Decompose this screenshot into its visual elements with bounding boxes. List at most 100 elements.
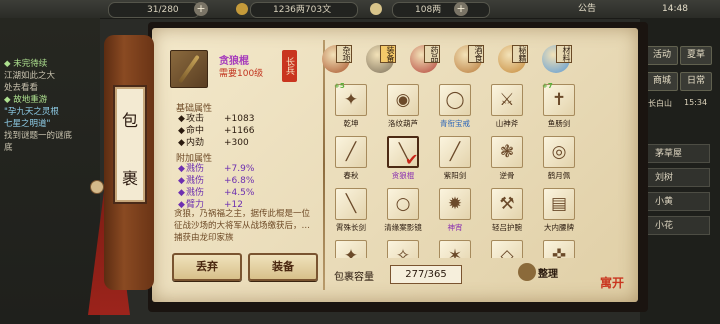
- energy-display: 31/280: [108, 2, 200, 18]
- capacity-value: 277/365: [390, 265, 462, 284]
- ingot-value: 108两: [415, 5, 442, 15]
- item-name-label: 贪狼棍: [391, 171, 415, 180]
- enhance-level: +7: [542, 82, 553, 90]
- category-tab[interactable]: 酒食: [454, 45, 486, 73]
- capacity-label: 包裹容量: [334, 272, 374, 283]
- category-tab[interactable]: 杂项: [322, 45, 354, 73]
- item-icon: ╱: [345, 142, 357, 162]
- item-icon: ❃: [499, 142, 515, 162]
- check-icon: ✔: [405, 150, 419, 169]
- quest-line[interactable]: 处去看看: [4, 82, 38, 94]
- item-icon: ◎: [551, 142, 567, 162]
- item-icon: ✹: [447, 194, 463, 214]
- npc-list-item[interactable]: 小黄: [646, 192, 710, 211]
- inventory-slot[interactable]: ✧: [387, 240, 419, 258]
- inventory-slot[interactable]: ✹: [439, 188, 471, 220]
- base-stat: ◆攻击 +1083: [178, 114, 255, 124]
- stat-value: +6.8%: [224, 176, 255, 186]
- inventory-slot[interactable]: ◯: [439, 84, 471, 116]
- stat-key: 命中: [186, 126, 205, 136]
- inventory-slot[interactable]: ╲ ✔: [387, 136, 419, 169]
- discard-button[interactable]: 丢弃: [172, 253, 242, 281]
- inventory-slot[interactable]: ⚔: [491, 84, 523, 116]
- item-name-label: 山神斧: [495, 119, 519, 128]
- inventory-slot[interactable]: ○: [387, 188, 419, 220]
- inventory-slot[interactable]: ▤: [543, 188, 575, 220]
- item-icon: ⚒: [499, 194, 515, 214]
- add-energy-button[interactable]: +: [194, 2, 208, 16]
- item-icon: ╱: [449, 142, 461, 162]
- money-display: 1236两703文: [250, 2, 358, 18]
- inventory-slot[interactable]: ⚒: [491, 188, 523, 220]
- stat-value: +4.5%: [224, 188, 255, 198]
- item-name-label: 大内腰牌: [544, 223, 574, 232]
- add-ingot-button[interactable]: +: [454, 2, 468, 16]
- quest-line[interactable]: ◆ 故地重游: [4, 94, 47, 106]
- item-type-seal: 长兵: [282, 50, 297, 82]
- sort-button[interactable]: 整理: [518, 262, 578, 284]
- location-time: 15:34: [684, 98, 708, 107]
- extra-stat: ◆溅伤 +7.9%: [178, 164, 255, 174]
- inventory-slot[interactable]: ╱: [335, 136, 367, 168]
- location-label: 长白山: [648, 99, 672, 108]
- category-tab[interactable]: 秘籍: [498, 45, 530, 73]
- item-name-label: 乾坤: [343, 119, 359, 128]
- game-logo: 寓开: [600, 276, 625, 290]
- item-requirement: 需要100级: [219, 69, 264, 79]
- inventory-slot[interactable]: ✦ +5: [334, 82, 367, 116]
- quest-line[interactable]: ◆ 未完待续: [4, 58, 47, 70]
- item-icon: ✦: [343, 246, 359, 258]
- stat-value: +1083: [224, 114, 255, 124]
- item-name-label: 鹤月佩: [547, 171, 571, 180]
- panel-divider: [323, 40, 325, 290]
- category-label: 材料: [556, 45, 572, 63]
- top-status-bar: 31/280 + 1236两703文 108两 + 公告 14:48: [0, 0, 720, 19]
- stat-value: +7.9%: [224, 164, 255, 174]
- inventory-slot[interactable]: ◉: [387, 84, 419, 116]
- summer-button[interactable]: 夏草: [680, 46, 712, 65]
- inventory-slot[interactable]: ✝ +7: [542, 82, 575, 116]
- item-icon: ✶: [447, 246, 463, 258]
- tab-char-2: 裹: [121, 169, 138, 188]
- category-tab[interactable]: 材料: [542, 45, 574, 73]
- inventory-slot[interactable]: ❃: [491, 136, 523, 168]
- item-name-label: 轻吕护腕: [492, 223, 522, 232]
- shop-button[interactable]: 商城: [646, 72, 678, 91]
- enhance-level: +5: [334, 82, 345, 90]
- quest-line[interactable]: 找到谜题一的谜底: [4, 130, 72, 142]
- category-tab[interactable]: 装备: [366, 45, 398, 73]
- item-icon: ╲: [345, 194, 357, 214]
- inventory-slot[interactable]: ✜: [543, 240, 575, 258]
- inventory-slot[interactable]: ╱: [439, 136, 471, 168]
- item-name-label: 鱼肠剑: [547, 119, 571, 128]
- daily-button[interactable]: 日常: [680, 72, 712, 91]
- npc-list-item[interactable]: 茅草屋: [646, 144, 710, 163]
- npc-list-item[interactable]: 刘树: [646, 168, 710, 187]
- inventory-slot[interactable]: ◎: [543, 136, 575, 168]
- category-label: 杂项: [336, 45, 352, 63]
- activity-button[interactable]: 活动: [646, 46, 678, 65]
- inventory-slot[interactable]: ✶: [439, 240, 471, 258]
- item-name-label: 青衔宝戒: [440, 119, 470, 128]
- stat-key: 溅伤: [186, 188, 205, 198]
- stat-key: 攻击: [186, 114, 205, 124]
- item-name: 贪狼棍: [219, 56, 249, 67]
- item-name-label: 洛纹葫芦: [388, 119, 418, 128]
- quest-line[interactable]: 底: [4, 142, 13, 154]
- inventory-slot[interactable]: ╲: [335, 188, 367, 220]
- quest-line[interactable]: 江湖如此之大: [4, 70, 55, 82]
- extra-stat: ◆溅伤 +4.5%: [178, 188, 255, 198]
- stat-key: 溅伤: [186, 176, 205, 186]
- equip-button[interactable]: 装备: [248, 253, 318, 281]
- money-value: 1236两703文: [273, 5, 332, 15]
- category-label: 酒食: [468, 45, 484, 63]
- quest-line[interactable]: 七星之明道": [4, 118, 50, 130]
- announce-link[interactable]: 公告: [578, 2, 596, 16]
- inventory-slot[interactable]: ◇: [491, 240, 523, 258]
- inventory-tab[interactable]: 包 裹: [113, 85, 147, 204]
- npc-list-item[interactable]: 小花: [646, 216, 710, 235]
- inventory-grid: ✦ +5 乾坤 ◉ 洛纹葫芦 ◯ 青衔宝戒 ⚔ 山神斧 ✝ +7 鱼肠剑 ╱ 春秋 ╲ ✔ 贪狼棍 ╱ 紫阳剑 ❃ 逆骨…: [333, 82, 583, 258]
- quest-line[interactable]: "孕九天之灵根: [4, 106, 59, 118]
- inventory-slot[interactable]: ✦: [335, 240, 367, 258]
- category-tab[interactable]: 药品: [410, 45, 442, 73]
